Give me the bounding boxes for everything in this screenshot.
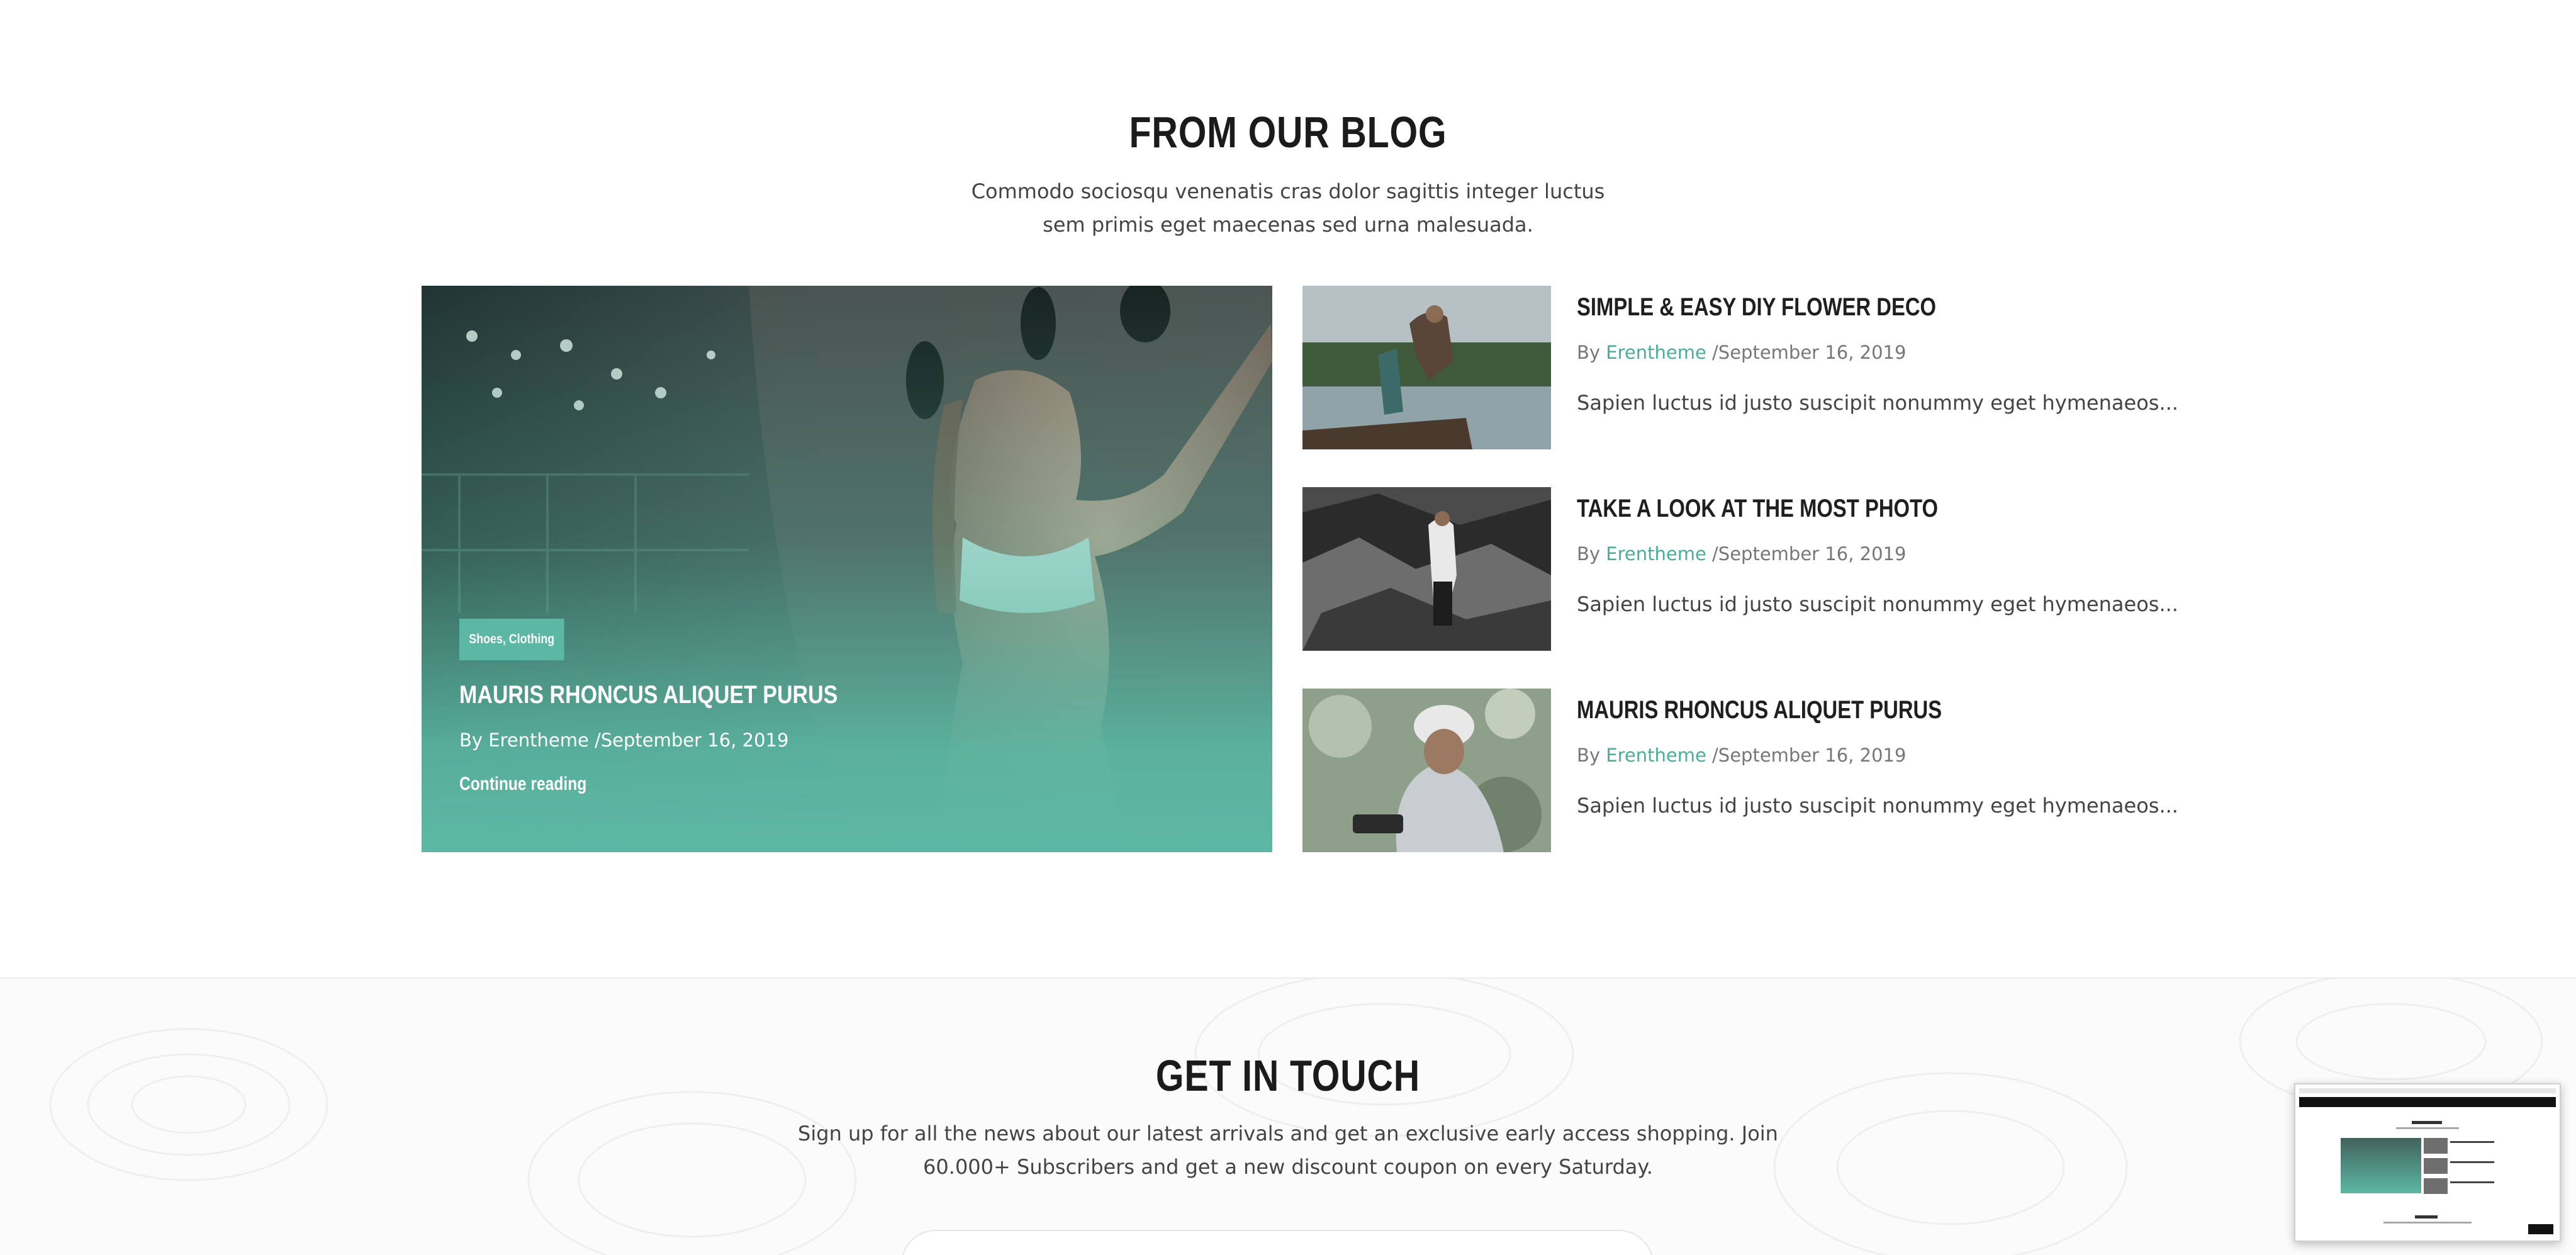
post-title[interactable]: SIMPLE & EASY DIY FLOWER DECO [1577, 290, 1936, 325]
blog-section-subtitle: Commodo sociosqu venenatis cras dolor sa… [971, 179, 1605, 237]
blog-post-item: SIMPLE & EASY DIY FLOWER DECO By Erenthe… [1302, 286, 2178, 449]
contact-section: GET IN TOUCH Sign up for all the news ab… [0, 977, 2576, 1255]
contact-section-title: GET IN TOUCH [1155, 1051, 1421, 1100]
preview-post-thumb [2424, 1138, 2448, 1154]
preview-post-line [2450, 1161, 2494, 1163]
preview-post-thumb [2424, 1158, 2448, 1174]
post-excerpt: Sapien luctus id justo suscipit nonummy … [1577, 592, 2178, 616]
blog-post-item: TAKE A LOOK AT THE MOST PHOTO By Erenthe… [1302, 487, 2178, 651]
post-date: /September 16, 2019 [1706, 342, 1907, 363]
post-thumbnail-hiker[interactable] [1302, 487, 1551, 651]
preview-post-line [2450, 1181, 2494, 1183]
post-date: /September 16, 2019 [1706, 543, 1907, 565]
preview-blog-subtitle [2396, 1127, 2459, 1129]
preview-dark-badge [2528, 1224, 2553, 1234]
post-author-link[interactable]: Erentheme [1606, 543, 1706, 565]
post-author-link[interactable]: Erentheme [1606, 342, 1706, 363]
post-excerpt: Sapien luctus id justo suscipit nonummy … [1577, 391, 2178, 415]
post-title[interactable]: TAKE A LOOK AT THE MOST PHOTO [1577, 491, 1938, 526]
post-meta-by: By [1577, 543, 1606, 565]
post-thumbnail-cyclist[interactable] [1302, 689, 1551, 852]
post-excerpt: Sapien luctus id justo suscipit nonummy … [1577, 794, 2178, 818]
preview-post-line [2450, 1141, 2494, 1143]
blog-post-item: MAURIS RHONCUS ALIQUET PURUS By Erenthem… [1302, 689, 2178, 852]
featured-post-card[interactable]: Shoes, Clothing MAURIS RHONCUS ALIQUET P… [422, 286, 1272, 852]
newsletter-email-input[interactable] [901, 1230, 1654, 1255]
contact-section-subtitle: Sign up for all the news about our lates… [798, 1122, 1778, 1179]
preview-post-thumb [2424, 1178, 2448, 1194]
blog-section: FROM OUR BLOG Commodo sociosqu venenatis… [0, 0, 2576, 977]
featured-post-title[interactable]: MAURIS RHONCUS ALIQUET PURUS [459, 676, 837, 714]
post-title[interactable]: MAURIS RHONCUS ALIQUET PURUS [1577, 692, 1942, 728]
post-meta: By Erentheme /September 16, 2019 [1577, 741, 1906, 769]
post-meta: By Erentheme /September 16, 2019 [1577, 339, 1906, 366]
preview-contact-title [2415, 1215, 2438, 1218]
post-author-link[interactable]: Erentheme [1606, 745, 1706, 766]
preview-blog-title [2412, 1121, 2442, 1124]
continue-reading-link[interactable]: Continue reading [459, 770, 586, 798]
featured-post-meta: By Erentheme /September 16, 2019 [459, 729, 789, 751]
preview-header-bar [2299, 1097, 2556, 1107]
post-meta: By Erentheme /September 16, 2019 [1577, 540, 1906, 568]
preview-browser-bar [2299, 1088, 2556, 1093]
featured-category-tag[interactable]: Shoes, Clothing [459, 619, 564, 660]
blog-section-title: FROM OUR BLOG [1129, 108, 1447, 157]
preview-contact-subtitle [2383, 1222, 2472, 1224]
post-thumbnail-jump[interactable] [1302, 286, 1551, 449]
preview-featured-post [2341, 1138, 2421, 1193]
page-preview-thumbnail[interactable] [2294, 1083, 2561, 1242]
post-meta-by: By [1577, 342, 1606, 363]
featured-overlay [422, 286, 1272, 852]
post-date: /September 16, 2019 [1706, 745, 1907, 766]
post-meta-by: By [1577, 745, 1606, 766]
